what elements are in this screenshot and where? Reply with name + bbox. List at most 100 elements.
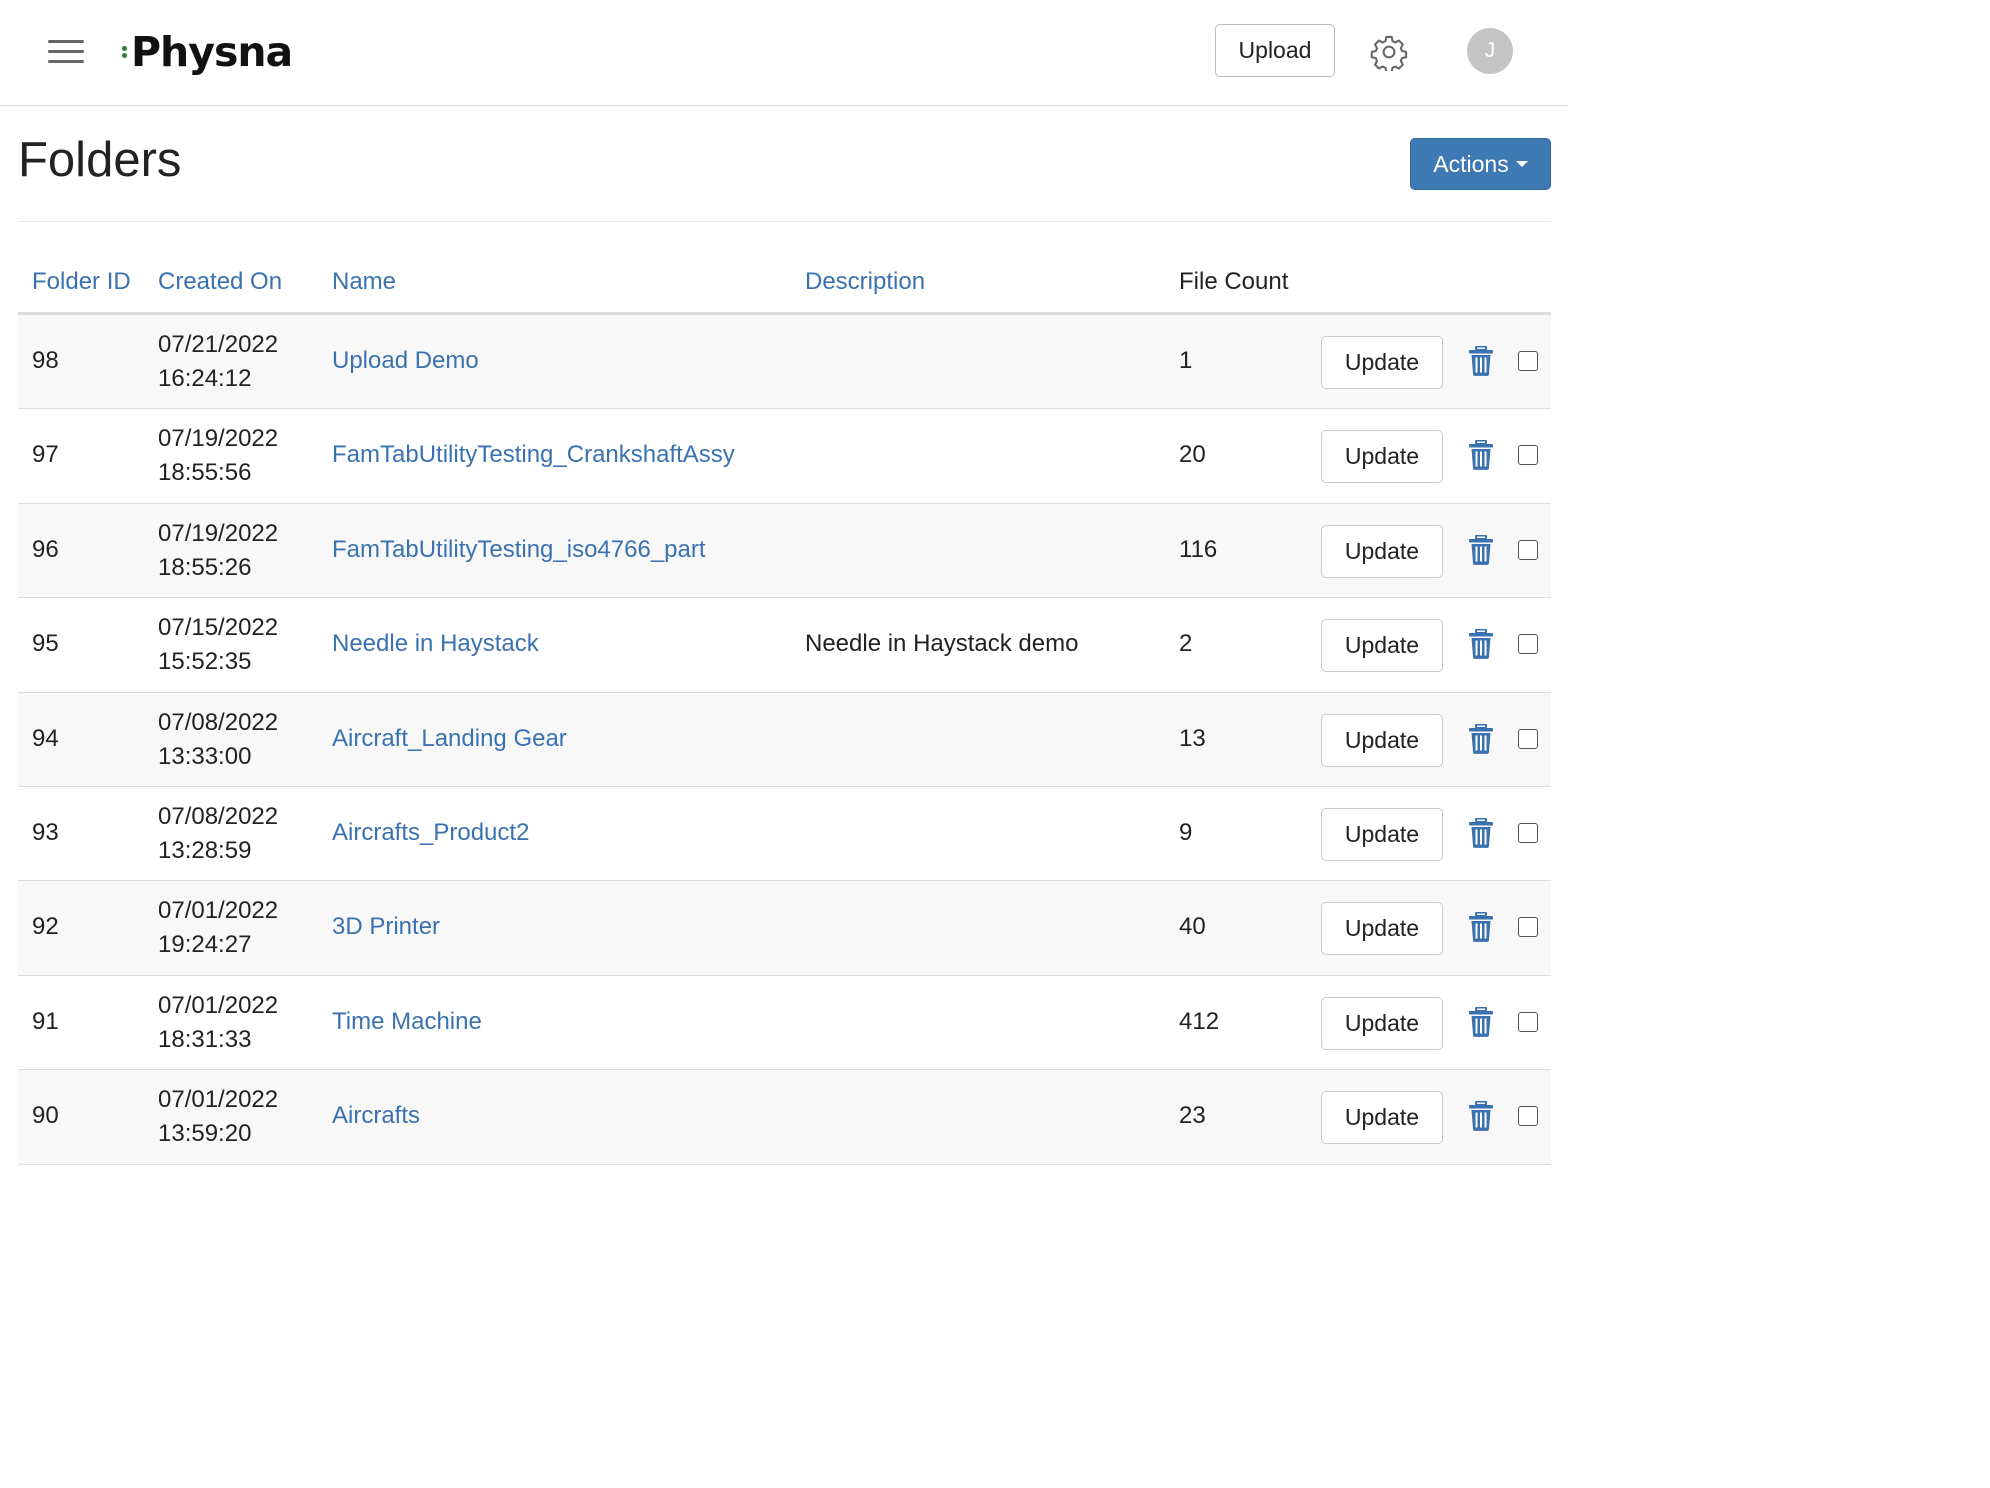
created-on-cell: 07/08/2022 13:28:59 <box>158 800 278 868</box>
created-on-cell: 07/01/2022 19:24:27 <box>158 894 278 962</box>
created-on-cell: 07/15/2022 15:52:35 <box>158 611 278 679</box>
row-select-checkbox[interactable] <box>1518 351 1538 371</box>
folders-table: Folder ID Created On Name Description Fi… <box>18 254 1551 1165</box>
column-header-created-on[interactable]: Created On <box>158 268 282 296</box>
created-time: 15:52:35 <box>158 648 252 676</box>
folder-id-cell: 97 <box>32 441 59 469</box>
gear-icon[interactable] <box>1370 33 1408 71</box>
folder-id-cell: 98 <box>32 347 59 374</box>
file-count-cell: 20 <box>1179 441 1206 469</box>
hamburger-menu-icon[interactable] <box>44 35 88 69</box>
folder-id-cell: 92 <box>32 913 59 941</box>
upload-button[interactable]: Upload <box>1215 24 1335 77</box>
row-select-checkbox[interactable] <box>1518 917 1538 938</box>
trash-icon[interactable] <box>1468 1101 1494 1132</box>
created-time: 18:55:56 <box>158 459 252 487</box>
table-row: 97 07/19/2022 18:55:56 FamTabUtilityTest… <box>18 409 1551 504</box>
folder-name-link[interactable]: Upload Demo <box>332 347 479 375</box>
file-count-cell: 13 <box>1179 724 1206 752</box>
created-date: 07/19/2022 <box>158 519 279 547</box>
folder-id-cell: 93 <box>32 818 59 846</box>
logo-text: Physna <box>131 28 293 76</box>
update-button[interactable]: Update <box>1321 807 1443 861</box>
table-body: 98 07/21/2022 16:24:12 Upload Demo 1 Upd… <box>18 315 1551 1165</box>
file-count-cell: 412 <box>1179 1007 1220 1035</box>
caret-down-icon <box>1515 161 1528 167</box>
trash-icon[interactable] <box>1468 629 1494 660</box>
row-select-checkbox[interactable] <box>1518 728 1538 749</box>
update-button[interactable]: Update <box>1321 1091 1443 1145</box>
actions-label: Actions <box>1433 150 1509 177</box>
table-row: 95 07/15/2022 15:52:35 Needle in Haystac… <box>18 598 1551 693</box>
row-select-checkbox[interactable] <box>1518 1011 1538 1032</box>
folder-name-link[interactable]: Needle in Haystack <box>332 630 539 658</box>
folder-id-cell: 90 <box>32 1102 59 1130</box>
physna-logo[interactable]: Physna <box>122 24 293 80</box>
created-date: 07/21/2022 <box>158 331 279 358</box>
column-header-folder-id[interactable]: Folder ID <box>32 268 131 296</box>
table-row: 94 07/08/2022 13:33:00 Aircraft_Landing … <box>18 692 1551 787</box>
update-button[interactable]: Update <box>1321 619 1443 673</box>
created-time: 13:28:59 <box>158 836 252 864</box>
folder-name-link[interactable]: Aircrafts <box>332 1102 420 1130</box>
created-on-cell: 07/19/2022 18:55:26 <box>158 517 278 585</box>
update-button[interactable]: Update <box>1321 902 1443 956</box>
created-time: 18:55:26 <box>158 553 252 581</box>
update-button[interactable]: Update <box>1321 524 1443 578</box>
description-cell: Needle in Haystack demo <box>805 630 1079 658</box>
folder-name-link[interactable]: FamTabUtilityTesting_iso4766_part <box>332 536 706 564</box>
file-count-cell: 2 <box>1179 630 1193 658</box>
update-button[interactable]: Update <box>1321 430 1443 484</box>
folder-name-link[interactable]: Aircraft_Landing Gear <box>332 725 567 753</box>
created-time: 13:59:20 <box>158 1120 252 1148</box>
column-header-name[interactable]: Name <box>332 268 396 296</box>
table-row: 92 07/01/2022 19:24:27 3D Printer 40 Upd… <box>18 881 1551 976</box>
trash-icon[interactable] <box>1468 440 1494 471</box>
file-count-cell: 9 <box>1179 818 1193 846</box>
column-header-file-count: File Count <box>1179 268 1289 295</box>
created-date: 07/01/2022 <box>158 991 279 1019</box>
folder-name-link[interactable]: FamTabUtilityTesting_CrankshaftAssy <box>332 441 735 469</box>
created-time: 13:33:00 <box>158 742 252 770</box>
update-button[interactable]: Update <box>1321 996 1443 1050</box>
created-on-cell: 07/08/2022 13:33:00 <box>158 706 278 774</box>
folder-id-cell: 95 <box>32 630 59 658</box>
folder-name-link[interactable]: Time Machine <box>332 1008 482 1036</box>
table-row: 96 07/19/2022 18:55:26 FamTabUtilityTest… <box>18 503 1551 599</box>
table-row: 98 07/21/2022 16:24:12 Upload Demo 1 Upd… <box>18 315 1551 410</box>
trash-icon[interactable] <box>1468 723 1494 754</box>
trash-icon[interactable] <box>1468 912 1494 943</box>
created-time: 16:24:12 <box>158 365 252 392</box>
folder-id-cell: 94 <box>32 724 59 752</box>
divider <box>18 221 1551 222</box>
created-on-cell: 07/01/2022 13:59:20 <box>158 1083 278 1151</box>
table-header: Folder ID Created On Name Description Fi… <box>18 254 1551 315</box>
row-select-checkbox[interactable] <box>1518 539 1538 560</box>
update-button[interactable]: Update <box>1321 713 1443 767</box>
row-select-checkbox[interactable] <box>1518 634 1538 655</box>
file-count-cell: 1 <box>1179 347 1193 374</box>
folder-id-cell: 96 <box>32 535 59 563</box>
folder-name-link[interactable]: 3D Printer <box>332 913 440 941</box>
folder-name-link[interactable]: Aircrafts_Product2 <box>332 819 529 847</box>
created-date: 07/15/2022 <box>158 614 279 642</box>
row-select-checkbox[interactable] <box>1518 1106 1538 1127</box>
created-on-cell: 07/21/2022 16:24:12 <box>158 328 278 396</box>
user-avatar[interactable]: J <box>1467 28 1513 74</box>
table-row: 91 07/01/2022 18:31:33 Time Machine 412 … <box>18 975 1551 1071</box>
trash-icon[interactable] <box>1468 817 1494 848</box>
file-count-cell: 23 <box>1179 1102 1206 1130</box>
column-header-description[interactable]: Description <box>805 268 925 296</box>
trash-icon[interactable] <box>1468 1006 1494 1037</box>
actions-dropdown-button[interactable]: Actions <box>1410 138 1551 190</box>
row-select-checkbox[interactable] <box>1518 822 1538 843</box>
page-title: Folders <box>18 133 182 187</box>
top-navbar: Physna Upload J <box>0 0 1568 106</box>
update-button[interactable]: Update <box>1321 336 1443 389</box>
logo-dots-icon <box>122 37 130 67</box>
row-select-checkbox[interactable] <box>1518 445 1538 466</box>
trash-icon[interactable] <box>1468 534 1494 565</box>
trash-icon[interactable] <box>1468 346 1494 376</box>
created-on-cell: 07/19/2022 18:55:56 <box>158 422 278 490</box>
created-date: 07/19/2022 <box>158 425 279 453</box>
